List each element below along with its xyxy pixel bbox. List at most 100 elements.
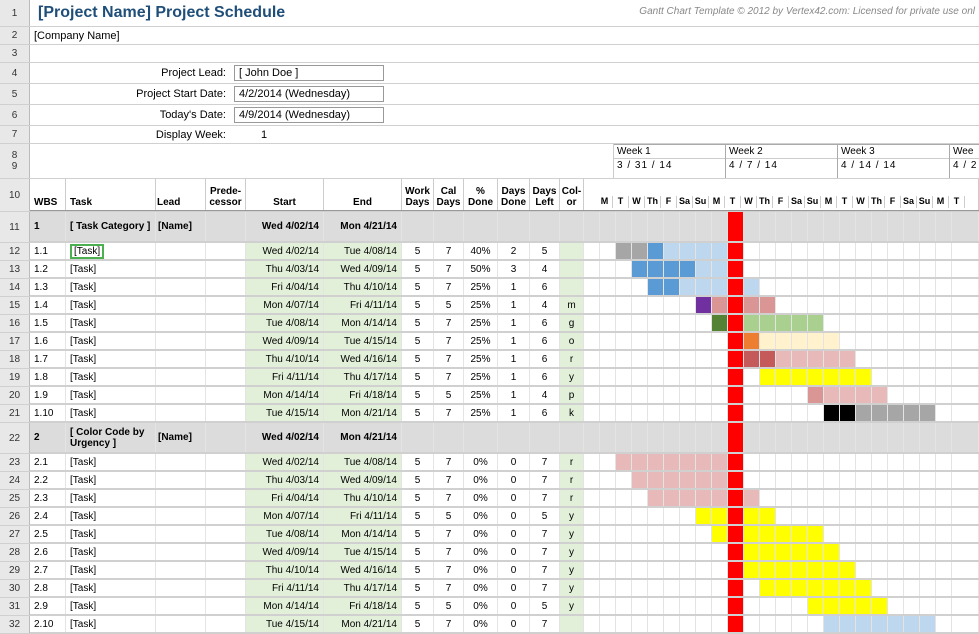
cell-wbs[interactable]: 1.2 [30, 261, 66, 277]
cell-start[interactable]: Tue 4/15/14 [246, 616, 324, 632]
gantt-cell[interactable] [904, 454, 920, 470]
gantt-cell[interactable] [872, 212, 888, 241]
cell-days-left[interactable]: 7 [530, 526, 560, 542]
gantt-cell[interactable] [920, 405, 936, 421]
cell-task[interactable]: [Task] [66, 279, 156, 295]
gantt-cell[interactable] [888, 333, 904, 349]
gantt-cell[interactable] [936, 369, 952, 385]
gantt-cell[interactable] [840, 472, 856, 488]
gantt-cell[interactable] [712, 562, 728, 578]
rownum[interactable]: 1 [0, 0, 30, 26]
gantt-cell[interactable] [904, 297, 920, 313]
cell-task[interactable]: [Task] [66, 315, 156, 331]
gantt-cell[interactable] [584, 580, 600, 596]
cell-end[interactable]: Thu 4/10/14 [324, 279, 402, 295]
cell-days-left[interactable]: 7 [530, 544, 560, 560]
cell-lead[interactable] [156, 261, 206, 277]
cell-work-days[interactable]: 5 [402, 544, 434, 560]
gantt-cell[interactable] [728, 423, 744, 452]
cell-days-done[interactable]: 0 [498, 472, 530, 488]
cell-pct-done[interactable]: 0% [464, 526, 498, 542]
gantt-cell[interactable] [632, 297, 648, 313]
gantt-cell[interactable] [888, 526, 904, 542]
gantt-cell[interactable] [616, 598, 632, 614]
cell-lead[interactable] [156, 616, 206, 632]
cell-start[interactable]: Tue 4/08/14 [246, 526, 324, 542]
gantt-cell[interactable] [584, 508, 600, 524]
gantt-cell[interactable] [872, 423, 888, 452]
gantt-cell[interactable] [776, 508, 792, 524]
gantt-cell[interactable] [888, 243, 904, 259]
gantt-cell[interactable] [632, 580, 648, 596]
gantt-cell[interactable] [760, 315, 776, 331]
gantt-cell[interactable] [616, 490, 632, 506]
gantt-cell[interactable] [856, 279, 872, 295]
gantt-cell[interactable] [792, 261, 808, 277]
rownum[interactable]: 12 [0, 243, 30, 260]
gantt-cell[interactable] [920, 562, 936, 578]
gantt-cell[interactable] [840, 243, 856, 259]
gantt-cell[interactable] [808, 423, 824, 452]
cell-work-days[interactable]: 5 [402, 297, 434, 313]
cell-pred[interactable] [206, 315, 246, 331]
cell-end[interactable]: Fri 4/18/14 [324, 387, 402, 403]
gantt-cell[interactable] [600, 387, 616, 403]
cell-start[interactable]: Wed 4/09/14 [246, 544, 324, 560]
day-col[interactable]: Su [805, 196, 821, 208]
gantt-cell[interactable] [824, 423, 840, 452]
gantt-cell[interactable] [696, 580, 712, 596]
gantt-cell[interactable] [904, 261, 920, 277]
cell-wbs[interactable]: 1.7 [30, 351, 66, 367]
gantt-cell[interactable] [584, 598, 600, 614]
gantt-cell[interactable] [936, 490, 952, 506]
cell-color[interactable]: y [560, 508, 584, 524]
gantt-cell[interactable] [920, 616, 936, 632]
gantt-cell[interactable] [680, 279, 696, 295]
cell-end[interactable]: Tue 4/15/14 [324, 544, 402, 560]
cell-pred[interactable] [206, 243, 246, 259]
cell-start[interactable]: Wed 4/02/14 [246, 454, 324, 470]
cell-cal-days[interactable]: 5 [434, 598, 464, 614]
gantt-cell[interactable] [616, 544, 632, 560]
gantt-cell[interactable] [776, 423, 792, 452]
cell-lead[interactable] [156, 243, 206, 259]
gantt-cell[interactable] [696, 526, 712, 542]
gantt-cell[interactable] [584, 526, 600, 542]
gantt-cell[interactable] [696, 562, 712, 578]
gantt-cell[interactable] [632, 315, 648, 331]
col-task[interactable]: Task [66, 179, 156, 210]
cell-wbs[interactable]: 2.1 [30, 454, 66, 470]
col-color[interactable]: Col-or [560, 179, 584, 210]
cell-start[interactable]: Thu 4/10/14 [246, 562, 324, 578]
gantt-cell[interactable] [728, 544, 744, 560]
cell-pct-done[interactable]: 25% [464, 279, 498, 295]
gantt-cell[interactable] [888, 369, 904, 385]
gantt-cell[interactable] [616, 526, 632, 542]
cell-wbs[interactable]: 2.4 [30, 508, 66, 524]
cell-color[interactable]: y [560, 562, 584, 578]
gantt-cell[interactable] [680, 454, 696, 470]
gantt-cell[interactable] [632, 243, 648, 259]
gantt-cell[interactable] [680, 544, 696, 560]
gantt-cell[interactable] [920, 261, 936, 277]
gantt-cell[interactable] [856, 212, 872, 241]
cell-lead[interactable] [156, 351, 206, 367]
cell-cal-days[interactable]: 5 [434, 387, 464, 403]
gantt-cell[interactable] [600, 598, 616, 614]
gantt-cell[interactable] [904, 212, 920, 241]
gantt-cell[interactable] [856, 261, 872, 277]
gantt-cell[interactable] [664, 544, 680, 560]
gantt-cell[interactable] [856, 580, 872, 596]
gantt-cell[interactable] [824, 212, 840, 241]
day-col[interactable]: W [853, 196, 869, 208]
gantt-cell[interactable] [776, 562, 792, 578]
gantt-cell[interactable] [600, 616, 616, 632]
cell-days-left[interactable] [530, 212, 560, 241]
cell-start[interactable]: Mon 4/07/14 [246, 297, 324, 313]
today-date-value[interactable]: 4/9/2014 (Wednesday) [234, 107, 384, 123]
gantt-cell[interactable] [936, 212, 952, 241]
rownum[interactable]: 3 [0, 45, 30, 62]
cell-start[interactable]: Fri 4/11/14 [246, 580, 324, 596]
gantt-cell[interactable] [648, 351, 664, 367]
gantt-cell[interactable] [664, 508, 680, 524]
